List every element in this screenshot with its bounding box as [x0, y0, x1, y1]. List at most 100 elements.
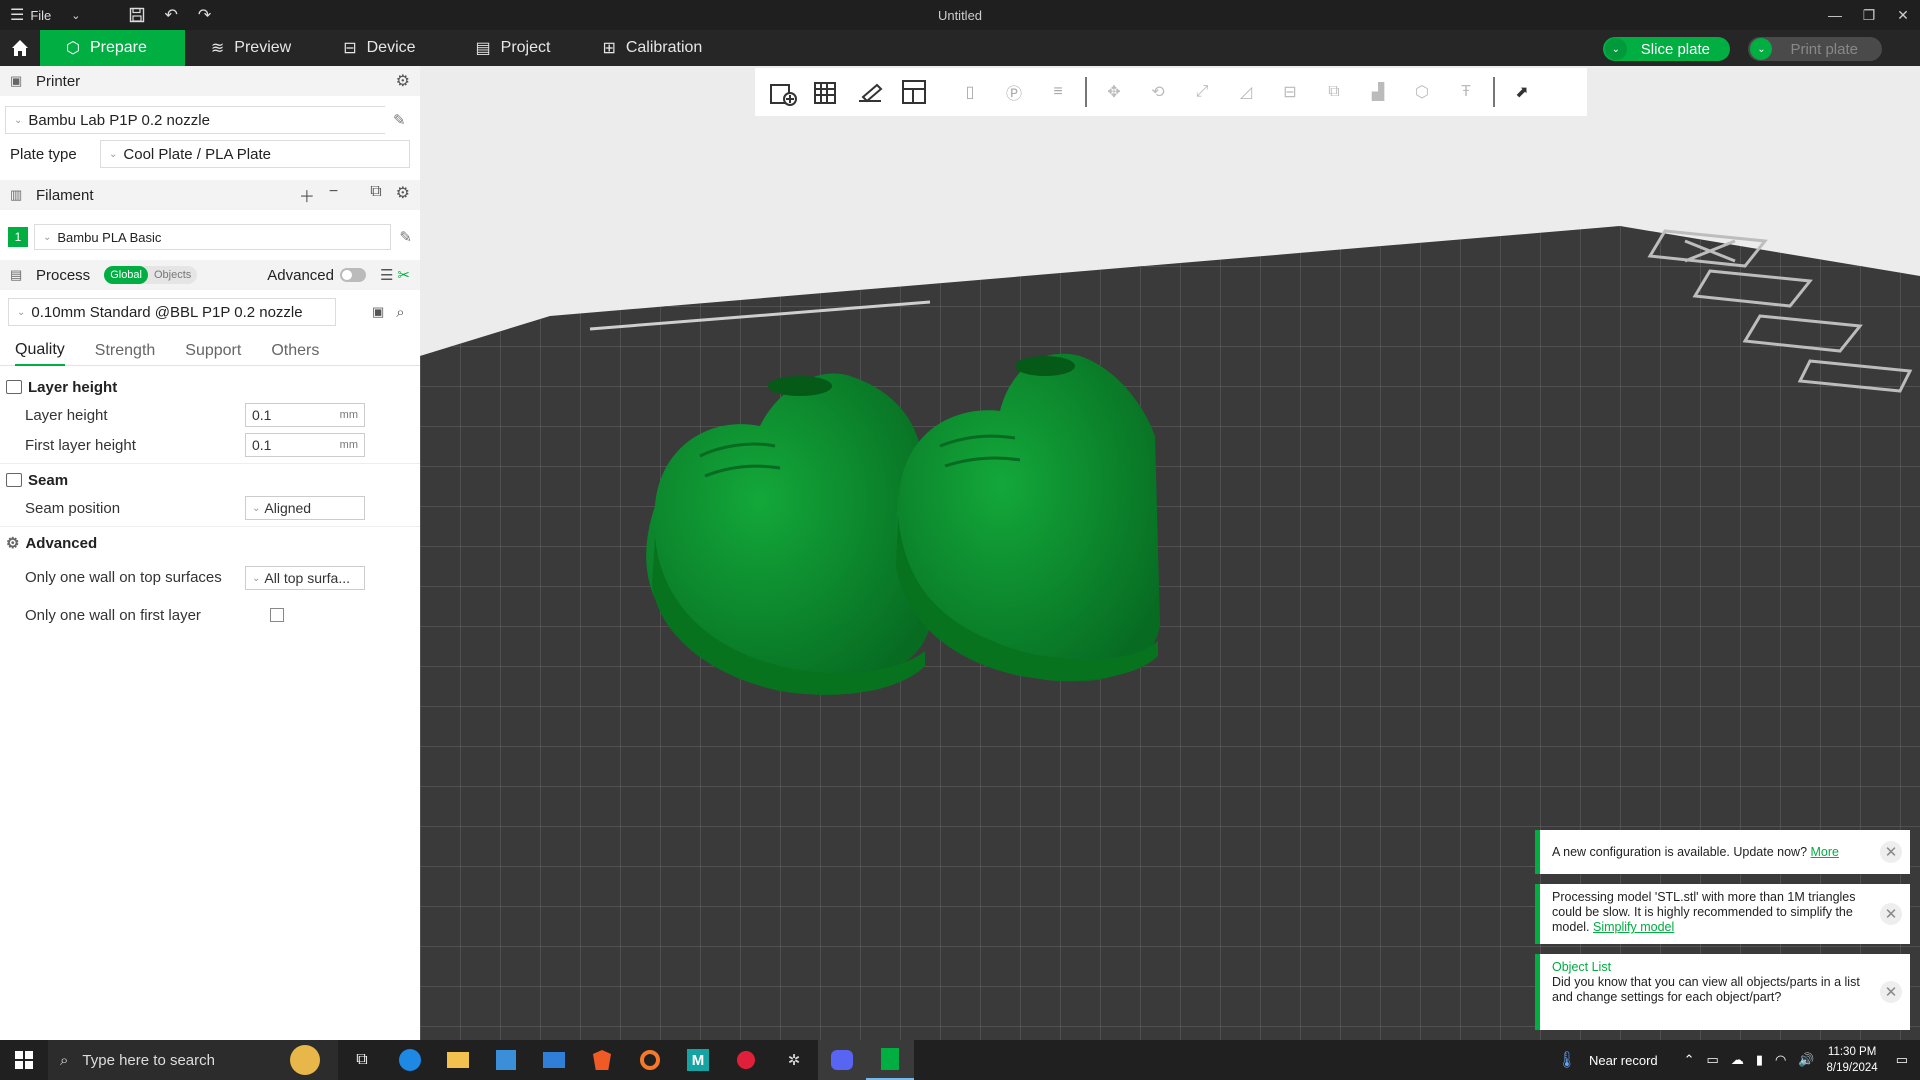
close-icon[interactable]: ✕ — [1880, 841, 1902, 863]
seg-global[interactable]: Global — [104, 266, 148, 284]
lay-on-face-icon[interactable]: ◿ — [1229, 75, 1263, 109]
brave-icon[interactable] — [578, 1040, 626, 1080]
file-explorer-icon[interactable] — [434, 1040, 482, 1080]
group-layer-height: Layer height — [0, 374, 420, 400]
notification-center-icon[interactable]: ▭ — [1896, 1052, 1908, 1068]
close-icon[interactable]: ✕ — [1880, 903, 1902, 925]
process-extra-icon[interactable]: ✂ — [397, 266, 410, 284]
print-dropdown-icon[interactable]: ⌄ — [1750, 38, 1773, 60]
minus-icon[interactable]: − — [329, 183, 338, 207]
plate-type-select[interactable]: ⌄ Cool Plate / PLA Plate — [100, 140, 410, 168]
tab-preview[interactable]: ≋ Preview — [185, 30, 317, 66]
layer-height-input[interactable]: 0.1 mm — [245, 403, 365, 427]
filament-slot-badge[interactable]: 1 — [8, 227, 28, 247]
tab-others[interactable]: Others — [271, 342, 319, 360]
clock[interactable]: 11:30 PM 8/19/2024 — [1827, 1044, 1878, 1076]
close-icon[interactable]: ✕ — [1880, 981, 1902, 1003]
discord-icon[interactable] — [818, 1040, 866, 1080]
process-preset-select[interactable]: ⌄ 0.10mm Standard @BBL P1P 0.2 nozzle — [8, 298, 336, 326]
search-icon[interactable]: ⌕ — [396, 304, 404, 321]
scale-icon[interactable]: ⤢ — [1185, 75, 1219, 109]
arrange-icon[interactable] — [897, 75, 931, 109]
slice-dropdown-icon[interactable]: ⌄ — [1604, 38, 1627, 60]
save-preset-icon[interactable]: ▣ — [372, 304, 384, 320]
search-highlight-icon — [290, 1045, 320, 1075]
one-wall-top-select[interactable]: ⌄ All top surfa... — [245, 566, 365, 590]
layers-view-icon[interactable]: ≡ — [1041, 75, 1075, 109]
auto-orient-icon[interactable] — [853, 75, 887, 109]
boolean-icon[interactable]: ⧉ — [1317, 75, 1351, 109]
simplify-model-link[interactable]: Simplify model — [1593, 920, 1674, 934]
tab-calibration[interactable]: ⊞ Calibration — [576, 30, 728, 66]
edge-icon[interactable] — [386, 1040, 434, 1080]
filament-sync-icon[interactable]: ⧉ — [370, 183, 381, 207]
mail-icon[interactable] — [530, 1040, 578, 1080]
filament-select[interactable]: ⌄ Bambu PLA Basic — [33, 224, 392, 250]
redo-icon[interactable]: ↷ — [188, 0, 221, 30]
text-tool-icon[interactable]: Ŧ — [1449, 75, 1483, 109]
zbrush-icon[interactable]: ✲ — [770, 1040, 818, 1080]
one-wall-first-checkbox[interactable] — [270, 608, 284, 622]
undo-icon[interactable]: ↶ — [155, 0, 188, 30]
support-paint-icon[interactable]: ▟ — [1361, 75, 1395, 109]
minimize-icon[interactable]: — — [1818, 0, 1852, 30]
layer-height-value: 0.1 — [252, 407, 272, 423]
tab-support[interactable]: Support — [185, 342, 241, 360]
tab-prepare[interactable]: ⬡ Prepare — [40, 30, 185, 66]
plate-p-icon[interactable]: Ⓟ — [997, 75, 1031, 109]
seam-position-label: Seam position — [25, 499, 121, 517]
group-advanced: ⚙ Advanced — [0, 530, 420, 556]
advanced-toggle[interactable] — [339, 268, 366, 282]
add-plate-icon[interactable] — [809, 75, 843, 109]
restore-icon[interactable]: ❐ — [1852, 0, 1886, 30]
close-icon[interactable]: ✕ — [1886, 0, 1920, 30]
battery-icon[interactable]: ▮ — [1756, 1052, 1763, 1068]
layer-height-icon — [6, 380, 22, 394]
windows-icon[interactable] — [0, 1040, 48, 1080]
store-icon[interactable] — [482, 1040, 530, 1080]
red-app-icon[interactable] — [722, 1040, 770, 1080]
plus-icon[interactable]: ＋ — [299, 183, 315, 207]
rotate-icon[interactable]: ⟲ — [1141, 75, 1175, 109]
chevron-up-icon[interactable]: ⌃ — [1684, 1052, 1695, 1068]
edit-printer-icon[interactable]: ✎ — [393, 111, 406, 129]
seam-paint-icon[interactable]: ⬡ — [1405, 75, 1439, 109]
add-part-icon[interactable] — [765, 75, 799, 109]
weather-text[interactable]: Near record — [1589, 1053, 1658, 1068]
device-icon[interactable]: ▭ — [1707, 1052, 1719, 1068]
m-app-icon[interactable]: M — [674, 1040, 722, 1080]
printer-select[interactable]: ⌄ Bambu Lab P1P 0.2 nozzle — [5, 106, 385, 134]
task-view-icon[interactable]: ⧉ — [338, 1040, 386, 1080]
taskbar-search[interactable]: ⌕ Type here to search — [48, 1040, 338, 1080]
slice-plate-button[interactable]: ⌄ Slice plate — [1602, 37, 1730, 61]
filament-settings-gear-icon[interactable]: ⚙ — [396, 183, 410, 207]
wifi-icon[interactable]: ◠ — [1775, 1052, 1786, 1068]
file-dropdown-chevron-icon[interactable]: ⌄ — [61, 0, 90, 30]
blender-icon[interactable] — [626, 1040, 674, 1080]
seam-position-select[interactable]: ⌄ Aligned — [245, 496, 365, 520]
tab-project[interactable]: ▤ Project — [442, 30, 577, 66]
global-objects-switch[interactable]: Global Objects — [104, 266, 198, 284]
edit-filament-icon[interactable]: ✎ — [399, 228, 412, 246]
more-link[interactable]: More — [1811, 845, 1839, 859]
save-icon[interactable] — [119, 0, 155, 30]
home-icon[interactable] — [0, 30, 40, 66]
move-icon[interactable]: ✥ — [1097, 75, 1131, 109]
process-header-label: Process — [36, 266, 91, 284]
printer-settings-gear-icon[interactable]: ⚙ — [396, 71, 410, 91]
tab-device[interactable]: ⊟ Device — [317, 30, 441, 66]
tab-strength[interactable]: Strength — [95, 342, 155, 360]
file-menu-button[interactable]: ☰ File — [0, 0, 61, 30]
seg-objects[interactable]: Objects — [148, 266, 197, 284]
cloud-icon[interactable]: ☁ — [1731, 1052, 1744, 1068]
plate-0-icon[interactable]: ▯ — [953, 75, 987, 109]
cut-icon[interactable]: ⊟ — [1273, 75, 1307, 109]
tab-quality[interactable]: Quality — [15, 336, 65, 366]
assembly-view-icon[interactable]: ⬈ — [1505, 75, 1539, 109]
compare-icon[interactable]: ☰ — [380, 266, 393, 284]
bambu-studio-icon[interactable] — [866, 1040, 914, 1080]
print-plate-button[interactable]: ⌄ Print plate — [1748, 37, 1882, 61]
chevron-down-icon: ⌄ — [109, 148, 118, 160]
volume-icon[interactable]: 🔊 — [1798, 1052, 1814, 1068]
first-layer-input[interactable]: 0.1 mm — [245, 433, 365, 457]
